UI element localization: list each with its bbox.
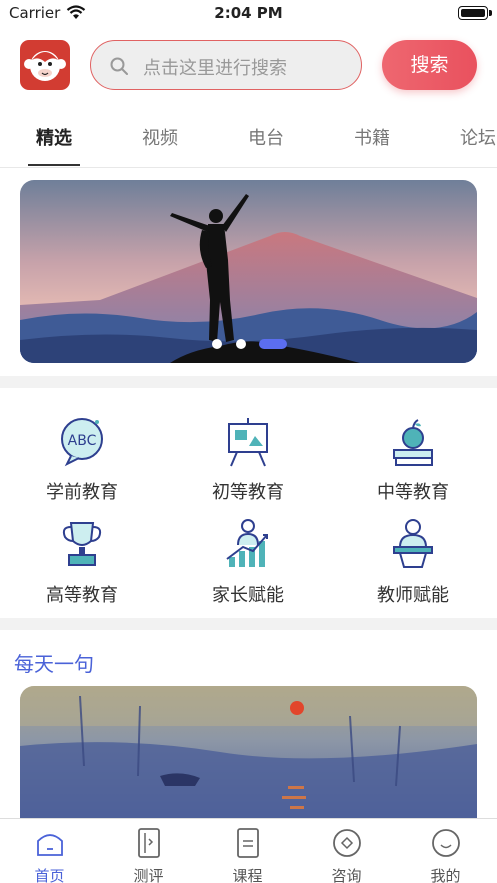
home-icon — [36, 834, 63, 856]
category-label: 中等教育 — [377, 482, 449, 503]
tab-radio[interactable]: 电台 — [248, 124, 284, 150]
bottom-tab-bar: 首页 测评 课程 咨询 我的 — [0, 818, 497, 883]
monkey-logo-icon — [24, 51, 66, 81]
carousel-dot[interactable] — [236, 339, 246, 349]
search-icon — [110, 57, 128, 75]
carousel-dots — [0, 338, 497, 350]
app-logo[interactable] — [20, 40, 70, 90]
tabbar-profile[interactable]: 我的 — [396, 827, 495, 883]
category-label: 教师赋能 — [377, 585, 449, 606]
status-bar: Carrier 2:04 PM — [0, 0, 497, 28]
category-label: 初等教育 — [212, 482, 284, 503]
tabbar-label: 课程 — [232, 867, 263, 883]
daily-section-title: 每天一句 — [14, 652, 94, 676]
category-primary[interactable]: 初等教育 — [178, 414, 318, 504]
carousel-dot[interactable] — [212, 339, 222, 349]
tabbar-label: 咨询 — [331, 867, 362, 883]
category-teacher[interactable]: 教师赋能 — [343, 517, 483, 607]
search-placeholder: 点击这里进行搜索 — [143, 58, 287, 79]
daily-quote-image[interactable] — [20, 686, 477, 820]
tab-forum[interactable]: 论坛 — [460, 124, 496, 150]
profile-icon — [431, 829, 460, 857]
category-parent[interactable]: 家长赋能 — [178, 517, 318, 607]
tabbar-assessment[interactable]: 测评 — [99, 827, 198, 883]
banner-image — [20, 180, 477, 363]
active-tab-indicator — [28, 164, 80, 166]
tab-video[interactable]: 视频 — [142, 124, 178, 150]
battery-icon — [458, 6, 492, 20]
tab-featured[interactable]: 精选 — [36, 124, 72, 150]
section-divider — [0, 618, 497, 630]
search-button[interactable]: 搜索 — [382, 40, 477, 90]
apple-books-icon — [393, 419, 433, 466]
easel-icon — [228, 418, 268, 467]
course-icon — [236, 828, 259, 858]
growth-chart-icon — [226, 519, 268, 567]
tabbar-label: 我的 — [430, 867, 461, 883]
category-label: 高等教育 — [46, 585, 118, 606]
carousel-dot-active[interactable] — [259, 339, 287, 349]
tabbar-home[interactable]: 首页 — [0, 827, 99, 883]
category-label: 家长赋能 — [212, 585, 284, 606]
section-divider — [0, 376, 497, 388]
trophy-icon — [62, 522, 102, 566]
tabbar-label: 测评 — [133, 867, 164, 883]
category-preschool[interactable]: ABC 学前教育 — [12, 414, 152, 504]
svg-text:ABC: ABC — [68, 433, 97, 449]
tabbar-course[interactable]: 课程 — [198, 827, 297, 883]
search-input[interactable]: 点击这里进行搜索 — [90, 40, 362, 90]
assessment-icon — [137, 828, 160, 858]
consult-icon — [332, 829, 361, 857]
tabbar-label: 首页 — [34, 867, 65, 883]
abc-icon: ABC — [61, 418, 103, 467]
banner-carousel[interactable] — [20, 180, 477, 363]
category-label: 学前教育 — [46, 482, 118, 503]
category-higher[interactable]: 高等教育 — [12, 517, 152, 607]
status-time: 2:04 PM — [214, 4, 283, 22]
category-tabs: 精选 视频 电台 书籍 论坛 — [0, 110, 497, 168]
tabbar-consult[interactable]: 咨询 — [297, 827, 396, 883]
category-secondary[interactable]: 中等教育 — [343, 414, 483, 504]
tab-books[interactable]: 书籍 — [354, 124, 390, 150]
teacher-podium-icon — [393, 519, 433, 568]
painting-image — [20, 686, 477, 820]
